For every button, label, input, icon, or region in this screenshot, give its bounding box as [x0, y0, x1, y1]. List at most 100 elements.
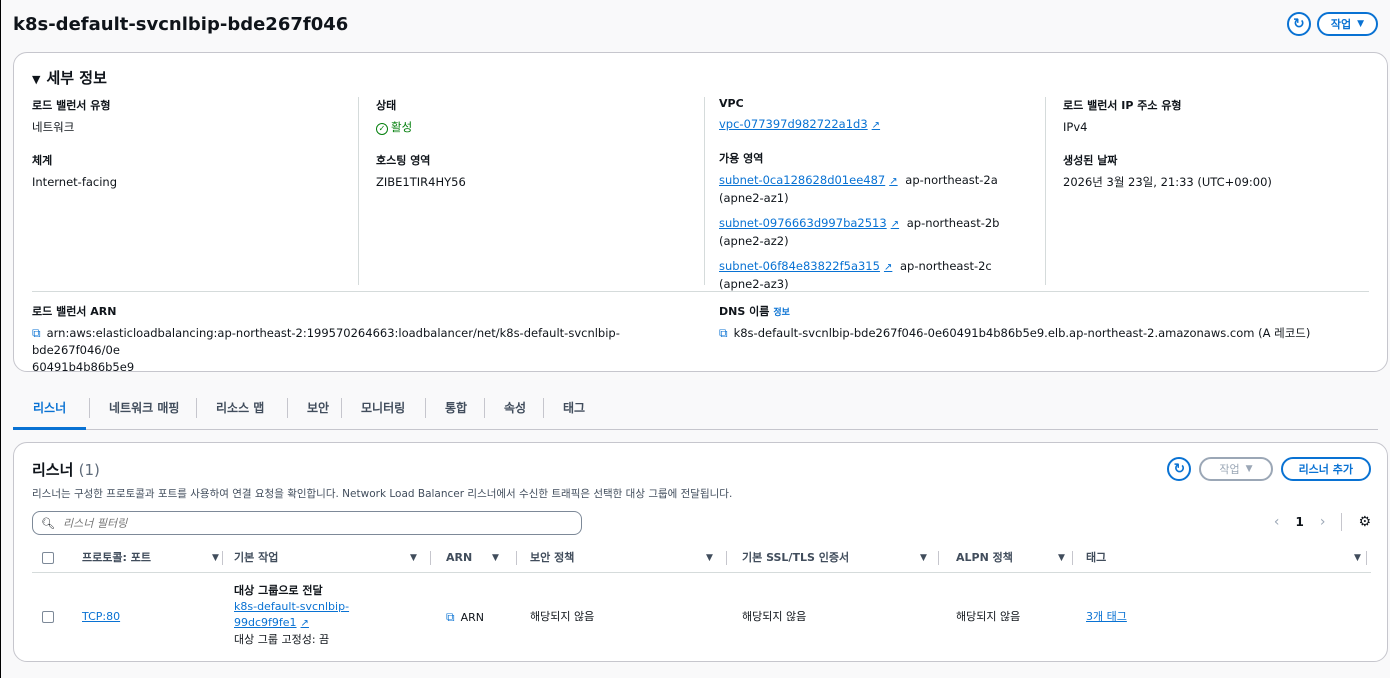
listener-filter[interactable]: 🔍︎	[32, 511, 582, 535]
arn-cell[interactable]: ⧉ ARN	[446, 609, 484, 626]
dns-text: k8s-default-svcnlbip-bde267f046-0e60491b…	[733, 326, 1311, 340]
sort-icon: ▼	[1354, 553, 1361, 563]
action-title: 대상 그룹으로 전달	[234, 584, 323, 597]
arn-label: 로드 밸런서 ARN	[32, 305, 117, 318]
subnet-link[interactable]: subnet-0976663d997ba2513	[719, 216, 887, 230]
col-alpn[interactable]: ALPN 정책 ▼	[956, 543, 1076, 573]
listeners-title: 리스너 (1)	[32, 459, 100, 480]
listeners-count: (1)	[78, 461, 100, 479]
caret-down-icon: ▼	[1245, 464, 1253, 474]
sort-icon: ▼	[212, 553, 219, 563]
listener-actions-button[interactable]: 작업 ▼	[1199, 457, 1273, 481]
sort-icon: ▼	[920, 553, 927, 563]
copy-icon[interactable]: ⧉	[719, 326, 728, 340]
refresh-button[interactable]: ↻	[1286, 12, 1311, 36]
column-separator	[726, 551, 727, 565]
chevron-left-icon[interactable]: ‹	[1274, 514, 1280, 530]
details-card: ▼ 세부 정보 로드 밸런서 유형 네트워크 체계 Internet-facing…	[13, 52, 1388, 374]
tags-link[interactable]: 3개 태그	[1086, 609, 1127, 625]
listeners-actions: ↻ 작업 ▼ 리스너 추가	[1167, 457, 1371, 481]
sort-icon: ▼	[706, 553, 713, 563]
col-security-policy[interactable]: 보안 정책 ▼	[530, 543, 730, 573]
tab-monitoring[interactable]: 모니터링	[341, 392, 425, 430]
tab-resource-map[interactable]: 리소스 맵	[196, 392, 284, 430]
col-protocol-port[interactable]: 프로토콜: 포트 ▼	[82, 543, 222, 573]
column-separator	[222, 551, 223, 565]
details-section-toggle[interactable]: ▼ 세부 정보	[32, 67, 107, 88]
column-separator	[516, 551, 517, 565]
actions-label: 작업	[1330, 18, 1352, 31]
arn-line1: arn:aws:elasticloadbalancing:ap-northeas…	[32, 326, 620, 357]
external-link-icon: ↗	[883, 262, 893, 273]
actions-dropdown-button[interactable]: 작업 ▼	[1316, 12, 1378, 36]
subnet-link[interactable]: subnet-0ca128628d01ee487	[719, 173, 885, 187]
arn-field: 로드 밸런서 ARN ⧉ arn:aws:elasticloadbalancing…	[32, 303, 702, 376]
sort-icon: ▼	[492, 553, 499, 563]
protocol-port-link[interactable]: TCP:80	[82, 609, 120, 625]
subnet-az: (apne2-az3)	[719, 277, 789, 291]
target-group-link-2[interactable]: 99dc9f9fe1	[234, 616, 297, 629]
col-ssl-cert[interactable]: 기본 SSL/TLS 인증서 ▼	[742, 543, 942, 573]
dns-info-link[interactable]: 정보	[773, 308, 790, 318]
created-value: 2026년 3월 23일, 21:33 (UTC+09:00)	[1063, 175, 1272, 189]
section-title: 세부 정보	[46, 69, 107, 87]
details-col-1: 로드 밸런서 유형 네트워크 체계 Internet-facing	[32, 97, 352, 207]
state-value: ✓ 활성	[376, 119, 696, 136]
subnet-item: subnet-0ca128628d01ee487 ↗ ap-northeast-2…	[719, 172, 1039, 207]
copy-icon[interactable]: ⧉	[446, 610, 455, 624]
row-checkbox[interactable]	[42, 611, 54, 623]
vpc-link[interactable]: vpc-077397d982722a1d3	[719, 117, 868, 131]
subnet-az: (apne2-az1)	[719, 191, 789, 205]
header-actions: ↻ 작업 ▼	[1286, 12, 1378, 36]
col-default-action[interactable]: 기본 작업 ▼	[234, 543, 434, 573]
subnet-zone: ap-northeast-2a	[905, 173, 998, 187]
hosted-zone-value: ZIBE1TIR4HY56	[376, 175, 466, 189]
target-group-link-1[interactable]: k8s-default-svcnlbip-	[234, 600, 349, 613]
page-header: k8s-default-svcnlbip-bde267f046 ↻ 작업 ▼	[13, 12, 1378, 40]
subnet-item: subnet-06f84e83822f5a315 ↗ ap-northeast-2…	[719, 258, 1039, 293]
created-label: 생성된 날짜	[1063, 154, 1118, 167]
external-link-icon: ↗	[300, 618, 309, 629]
details-col-4: 로드 밸런서 IP 주소 유형 IPv4 생성된 날짜 2026년 3월 23일…	[1063, 97, 1373, 207]
subnet-zone: ap-northeast-2c	[900, 259, 992, 273]
sort-icon: ▼	[410, 553, 417, 563]
pagination: ‹ 1 › ⚙	[1274, 513, 1371, 531]
state-text: 활성	[391, 120, 413, 134]
tab-network-mapping[interactable]: 네트워크 매핑	[89, 392, 199, 430]
external-link-icon: ↗	[889, 176, 898, 187]
listener-filter-input[interactable]	[62, 516, 543, 530]
add-listener-label: 리스너 추가	[1298, 463, 1353, 476]
chevron-right-icon[interactable]: ›	[1320, 514, 1326, 530]
table-header: 프로토콜: 포트 ▼ 기본 작업 ▼ ARN ▼ 보안 정책 ▼ 기본 SSL/TLS …	[32, 543, 1371, 573]
subnet-item: subnet-0976663d997ba2513 ↗ ap-northeast-2…	[719, 215, 1039, 250]
column-divider	[704, 97, 705, 285]
tab-listeners[interactable]: 리스너	[13, 392, 87, 430]
col-arn[interactable]: ARN ▼	[446, 543, 526, 573]
listeners-title-text: 리스너	[32, 461, 74, 479]
search-icon: 🔍︎	[41, 516, 55, 530]
arn-line2: 60491b4b86b5e9	[32, 360, 135, 374]
col-tags[interactable]: 태그 ▼	[1086, 543, 1366, 573]
select-all-checkbox[interactable]	[42, 552, 54, 564]
refresh-button[interactable]: ↻	[1167, 457, 1192, 481]
column-separator	[1072, 551, 1073, 565]
dns-label: DNS 이름	[719, 305, 770, 318]
tab-attributes[interactable]: 속성	[484, 392, 546, 430]
copy-icon[interactable]: ⧉	[32, 326, 41, 340]
subnet-link[interactable]: subnet-06f84e83822f5a315	[719, 259, 880, 273]
gear-icon[interactable]: ⚙	[1358, 514, 1371, 530]
vpc-label: VPC	[719, 97, 744, 110]
sort-icon: ▼	[1058, 553, 1065, 563]
refresh-icon: ↻	[1173, 461, 1186, 477]
tab-tags[interactable]: 태그	[543, 392, 605, 430]
column-separator	[1366, 551, 1367, 565]
tab-integration[interactable]: 통합	[425, 392, 487, 430]
add-listener-button[interactable]: 리스너 추가	[1280, 457, 1371, 481]
caret-down-icon: ▼	[1357, 19, 1364, 29]
divider	[32, 291, 1369, 292]
column-divider	[1045, 97, 1046, 285]
tab-security[interactable]: 보안	[287, 392, 349, 430]
page-number[interactable]: 1	[1295, 515, 1303, 529]
details-col-3: VPC vpc-077397d982722a1d3 ↗ 가용 영역 subnet-…	[719, 97, 1039, 309]
column-divider	[358, 97, 359, 285]
